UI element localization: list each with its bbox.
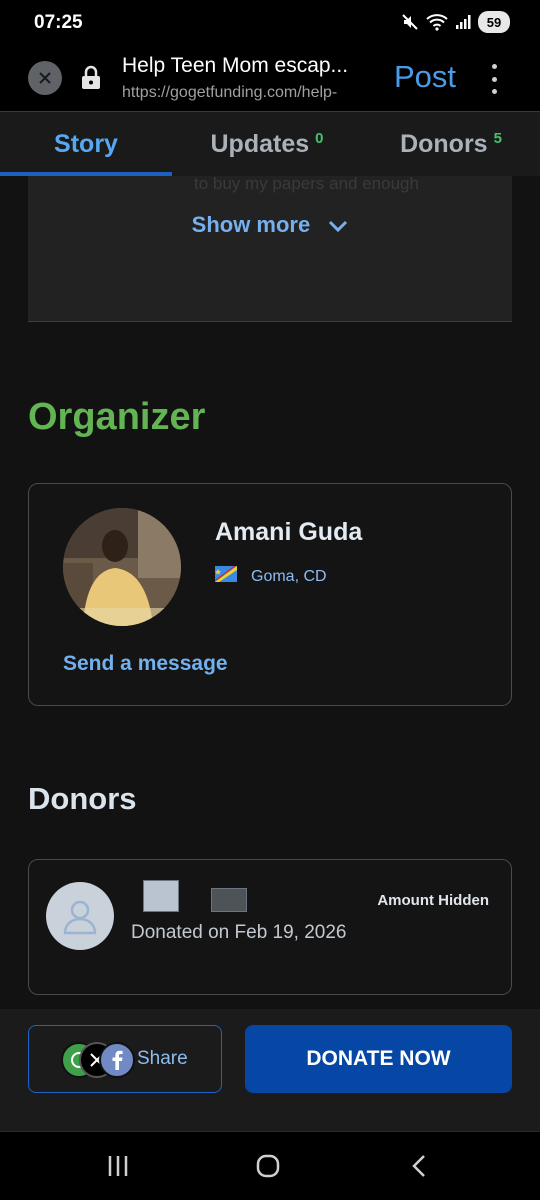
lock-icon[interactable] <box>80 65 102 96</box>
battery-indicator: 59 <box>478 11 510 33</box>
organizer-avatar[interactable] <box>63 508 181 626</box>
organizer-location-text: Goma, CD <box>251 567 327 585</box>
chevron-down-icon <box>329 221 348 233</box>
story-text-faded: to buy my papers and enough <box>194 176 419 193</box>
wifi-icon <box>426 13 448 31</box>
browser-toolbar: Help Teen Mom escap... https://gogetfund… <box>0 46 540 112</box>
share-label: Share <box>137 1048 188 1069</box>
donor-name-redacted <box>143 880 247 912</box>
post-button[interactable]: Post <box>394 59 456 95</box>
redacted-block <box>143 880 179 912</box>
more-options-icon[interactable] <box>488 64 500 94</box>
status-time: 07:25 <box>34 12 83 33</box>
close-tab-button[interactable] <box>28 61 62 95</box>
campaign-tabs: Story Updates 0 Donors 5 <box>0 112 540 176</box>
tab-updates-label: Updates <box>210 129 310 158</box>
tab-story[interactable]: Story <box>0 112 172 176</box>
system-navigation-bar <box>0 1131 540 1200</box>
tab-story-label: Story <box>54 129 118 158</box>
donor-avatar <box>46 882 114 950</box>
donor-card: Donated on Feb 19, 2026 Amount Hidden <box>28 859 512 995</box>
page-title[interactable]: Help Teen Mom escap... <box>122 54 378 78</box>
tab-updates[interactable]: Updates 0 <box>172 112 362 176</box>
donors-heading: Donors <box>28 781 137 816</box>
signal-icon <box>455 14 471 30</box>
share-button[interactable]: Share <box>28 1025 222 1093</box>
user-icon <box>63 900 97 935</box>
close-icon <box>39 72 51 84</box>
organizer-heading: Organizer <box>28 396 206 438</box>
organizer-name: Amani Guda <box>215 518 363 546</box>
donation-amount: Amount Hidden <box>377 892 489 909</box>
organizer-card: Amani Guda Goma, CD Send a message <box>28 483 512 706</box>
status-icons: 59 <box>401 11 510 33</box>
facebook-icon <box>99 1042 135 1078</box>
donors-count: 5 <box>493 129 502 147</box>
story-section: to buy my papers and enough Show more <box>28 176 512 322</box>
bottom-action-bar: Share DONATE NOW <box>0 1009 540 1131</box>
donate-now-button[interactable]: DONATE NOW <box>245 1025 512 1093</box>
status-bar: 07:25 59 <box>0 0 540 46</box>
back-icon[interactable] <box>408 1154 432 1183</box>
home-icon[interactable] <box>256 1154 280 1183</box>
organizer-location: Goma, CD <box>215 566 327 587</box>
recent-apps-icon[interactable] <box>106 1154 130 1183</box>
donation-date: Donated on Feb 19, 2026 <box>131 922 347 943</box>
mute-icon <box>401 13 419 31</box>
tab-donors-label: Donors <box>400 129 488 158</box>
page-url[interactable]: https://gogetfunding.com/help- <box>122 84 378 102</box>
share-icons <box>61 1042 141 1078</box>
show-more-button[interactable]: Show more <box>28 212 512 238</box>
redacted-block <box>211 888 247 912</box>
send-message-link[interactable]: Send a message <box>63 652 228 676</box>
updates-count: 0 <box>315 129 324 147</box>
congo-flag-icon <box>215 566 237 587</box>
tab-donors[interactable]: Donors 5 <box>362 112 540 176</box>
show-more-label: Show more <box>191 212 311 237</box>
